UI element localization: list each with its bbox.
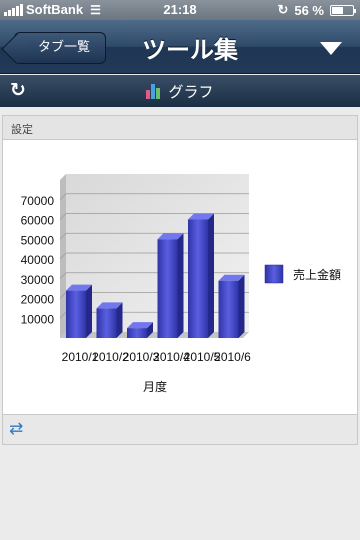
page-title: ツール集 <box>142 36 238 64</box>
legend-label: 売上金額 <box>293 267 341 282</box>
orientation-lock-icon: ↻ <box>277 2 289 17</box>
bar <box>66 290 86 338</box>
toolbar: ↻ グラフ <box>0 75 360 107</box>
back-button-label: タブ一覧 <box>37 40 90 55</box>
menu-dropdown-icon[interactable] <box>320 42 342 55</box>
toolbar-title-group: グラフ <box>0 81 360 102</box>
battery-label: 56 % <box>294 2 324 18</box>
toolbar-title: グラフ <box>168 83 214 101</box>
y-tick-label: 30000 <box>21 273 55 287</box>
x-tick-label: 2010/6 <box>214 350 251 364</box>
navigation-bar: タブ一覧 ツール集 <box>0 20 360 74</box>
back-button[interactable]: タブ一覧 <box>14 32 106 64</box>
graph-icon <box>146 83 161 99</box>
bar <box>127 328 147 338</box>
panel-footer: ⇄ <box>2 415 358 445</box>
bar <box>188 219 208 338</box>
y-tick-label: 40000 <box>21 253 55 267</box>
y-tick-label: 10000 <box>21 312 55 326</box>
y-tick-label: 50000 <box>21 233 55 247</box>
legend-swatch <box>264 264 284 284</box>
bar-side <box>86 284 92 338</box>
y-tick-label: 60000 <box>21 214 55 228</box>
status-right: ↻ 56 % <box>277 2 356 18</box>
x-axis-label: 月度 <box>143 379 167 394</box>
bar <box>157 239 178 338</box>
bar-side <box>116 302 123 338</box>
bar-side <box>208 213 214 338</box>
bar <box>96 308 117 338</box>
settings-label: 設定 <box>11 123 33 136</box>
bar-side <box>238 274 245 338</box>
settings-header[interactable]: 設定 <box>2 115 358 139</box>
y-tick-label: 20000 <box>21 293 55 307</box>
y-tick-label: 70000 <box>21 194 55 208</box>
chart-panel: 10000 20000 30000 40000 50000 60000 70000 2010/… <box>2 139 358 415</box>
bar <box>218 280 239 338</box>
bar-chart: 10000 20000 30000 40000 50000 60000 70000 2010/… <box>21 174 341 394</box>
status-bar: SoftBank ☰ 21:18 ↻ 56 % <box>0 0 360 20</box>
battery-icon <box>330 4 356 16</box>
battery-fill <box>332 6 344 14</box>
sync-icon[interactable]: ⇄ <box>9 419 23 439</box>
bar-side <box>177 233 184 338</box>
